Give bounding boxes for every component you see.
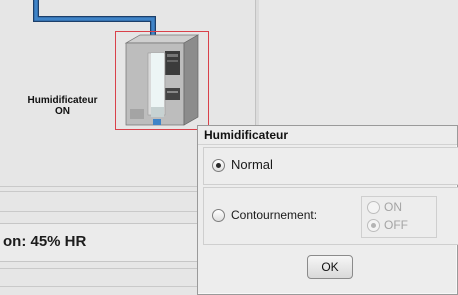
bypass-on-radio[interactable] [367,201,380,214]
normal-radio[interactable] [212,159,225,172]
bypass-label: Contournement: [231,208,318,222]
selection-highlight [115,31,209,130]
bypass-off-radio[interactable] [367,219,380,232]
bypass-state-box: ON OFF [361,196,437,238]
bypass-off-label: OFF [384,218,408,232]
normal-option-group: Normal [203,147,458,185]
humidifier-dialog: Humidificateur Normal Contournement: ON … [197,125,458,295]
equipment-state: ON [55,106,70,117]
equipment-name: Humidificateur [27,95,98,106]
bypass-radio[interactable] [212,209,225,222]
bypass-option-group: Contournement: ON OFF [203,187,458,245]
ok-button[interactable]: OK [307,255,353,279]
dialog-title: Humidificateur [204,128,289,142]
bypass-on-label: ON [384,200,402,214]
dialog-title-bar[interactable]: Humidificateur [198,126,457,145]
equipment-label: Humidificateur ON [10,95,115,117]
humidity-text: on: 45% HR [3,233,87,250]
normal-label: Normal [231,157,273,172]
